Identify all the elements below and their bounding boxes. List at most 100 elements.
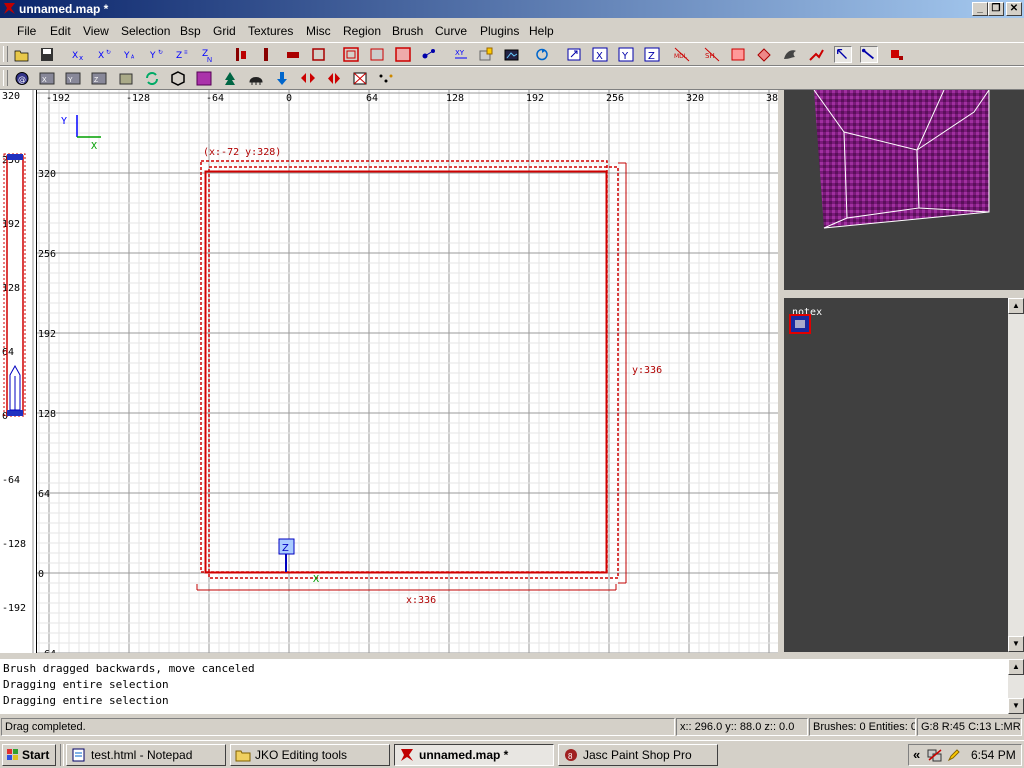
menu-view[interactable]: View [83, 24, 109, 38]
svg-text:≡: ≡ [184, 50, 188, 56]
rotate-y-icon[interactable]: Y ↻ [148, 46, 166, 63]
view-change-icon[interactable] [565, 46, 583, 63]
patch-icon[interactable] [755, 46, 773, 63]
bevel-x-icon[interactable]: X [38, 70, 56, 87]
title-bar[interactable]: unnamed.map * _ ❐ ✕ [0, 0, 1024, 18]
cubic-clip-icon[interactable] [533, 46, 551, 63]
csg-hollow-icon[interactable] [342, 46, 360, 63]
minimize-button[interactable]: _ [972, 2, 988, 16]
network-icon[interactable] [927, 748, 943, 762]
hexagon-icon[interactable] [169, 70, 187, 87]
menu-region[interactable]: Region [343, 24, 381, 38]
view-z-icon[interactable]: Z [643, 46, 661, 63]
show-shader-icon[interactable]: SH [703, 46, 721, 63]
mirror-icon[interactable] [325, 70, 343, 87]
z-tick-label: -64 [2, 475, 20, 486]
start-button[interactable]: Start [2, 744, 56, 766]
console-log[interactable]: Brush dragged backwards, move canceled D… [0, 659, 1008, 714]
menu-plugins[interactable]: Plugins [480, 24, 519, 38]
texture-lock-icon[interactable] [477, 46, 495, 63]
svg-text:X: X [72, 51, 78, 61]
scale-mode-icon[interactable] [834, 46, 852, 63]
select-inside-icon[interactable] [310, 46, 328, 63]
scroll-down-button[interactable]: ▼ [1008, 636, 1024, 652]
camera-icon[interactable] [503, 46, 521, 63]
open-file-icon[interactable] [13, 46, 31, 63]
menu-curve[interactable]: Curve [435, 24, 467, 38]
svg-text:↻: ↻ [158, 49, 163, 56]
maximize-button[interactable]: ❐ [988, 2, 1004, 16]
arrow-down-icon[interactable] [273, 70, 291, 87]
menu-help[interactable]: Help [529, 24, 554, 38]
flip-y-icon[interactable]: Yᴬ [122, 46, 140, 63]
tray-expand-button[interactable]: « [913, 747, 920, 762]
view-x-icon[interactable]: X [591, 46, 609, 63]
pen-icon[interactable] [947, 748, 961, 762]
dragon-icon[interactable] [781, 46, 799, 63]
show-model-icon[interactable]: MDL [673, 46, 691, 63]
z-handle-bottom[interactable] [7, 410, 23, 416]
csg-merge-icon[interactable] [394, 46, 412, 63]
menu-textures[interactable]: Textures [248, 24, 293, 38]
csg-subtract-icon[interactable] [368, 46, 386, 63]
task-notepad[interactable]: test.html - Notepad [66, 744, 226, 766]
texture-scrollbar[interactable]: ▲ ▼ [1008, 298, 1024, 652]
camera-view[interactable] [784, 90, 1024, 290]
bevel-y-icon[interactable]: Y [64, 70, 82, 87]
task-paintshop[interactable]: 8 Jasc Paint Shop Pro [558, 744, 718, 766]
close-button[interactable]: ✕ [1006, 2, 1022, 16]
menu-selection[interactable]: Selection [121, 24, 170, 38]
z-view-canvas[interactable]: 320256192128640-64-128-192 [0, 90, 36, 653]
scroll-up-button[interactable]: ▲ [1008, 298, 1024, 314]
console-scrollbar[interactable]: ▲ ▼ [1008, 659, 1024, 714]
svg-text:Z: Z [282, 543, 289, 554]
bevel-z-icon[interactable]: Z [90, 70, 108, 87]
toolbar-grip[interactable] [3, 70, 8, 86]
drag-mode-icon[interactable] [860, 46, 878, 63]
menu-bsp[interactable]: Bsp [180, 24, 201, 38]
bend-tool-icon[interactable] [807, 46, 825, 63]
scroll-up-button[interactable]: ▲ [1008, 659, 1024, 675]
rotate-z-icon[interactable]: ZN [200, 46, 218, 63]
horizontal-splitter[interactable] [784, 290, 1024, 298]
texture-fit-icon[interactable] [195, 70, 213, 87]
rotate-x-icon[interactable]: X ↻ [96, 46, 114, 63]
camera-marker-icon[interactable]: Z [278, 538, 295, 572]
menu-brush[interactable]: Brush [392, 24, 423, 38]
entity-icon[interactable]: @ [13, 70, 31, 87]
svg-text:Y: Y [621, 51, 629, 62]
menu-file[interactable]: File [17, 24, 36, 38]
box-x-icon[interactable] [351, 70, 369, 87]
save-file-icon[interactable] [38, 46, 56, 63]
filter-icon[interactable] [729, 46, 747, 63]
flip-x-icon[interactable]: Xx [70, 46, 88, 63]
texture-thumbnail[interactable] [789, 314, 811, 334]
clipper-icon[interactable] [420, 46, 438, 63]
dots-icon[interactable] [377, 70, 395, 87]
selected-brush[interactable] [204, 170, 608, 574]
xy-grid-view[interactable]: -192 -128 -64 0 64 128 192 256 320 38 320 256 192 128… [37, 90, 778, 653]
z-view[interactable]: 320 256 192 128 64 0 -64 -128 -192 [0, 90, 37, 653]
scroll-down-button[interactable]: ▼ [1008, 698, 1024, 714]
partial-tall-icon[interactable] [284, 46, 302, 63]
toolbar-grip[interactable] [3, 46, 8, 62]
menu-misc[interactable]: Misc [306, 24, 331, 38]
region-icon[interactable] [888, 46, 906, 63]
complete-tall-icon[interactable] [232, 46, 250, 63]
cap-patch-icon[interactable] [117, 70, 135, 87]
menu-grid[interactable]: Grid [213, 24, 236, 38]
swap-xy-icon[interactable]: XY [452, 46, 470, 63]
z-handle-top[interactable] [7, 154, 23, 160]
split-x-icon[interactable] [299, 70, 317, 87]
tree-icon[interactable] [221, 70, 239, 87]
task-jko-tools[interactable]: JKO Editing tools [230, 744, 390, 766]
redisperse-icon[interactable] [143, 70, 161, 87]
creature-icon[interactable] [247, 70, 265, 87]
view-y-icon[interactable]: Y [617, 46, 635, 63]
menu-edit[interactable]: Edit [50, 24, 71, 38]
texture-browser[interactable]: notex [784, 298, 1008, 652]
flip-z-icon[interactable]: Z ≡ [174, 46, 192, 63]
grid-canvas[interactable]: -192 -128 -64 0 64 128 192 256 320 38 320 256 192 128… [37, 90, 778, 653]
size-tall-icon[interactable] [258, 46, 276, 63]
task-radiant[interactable]: unnamed.map * [394, 744, 554, 766]
